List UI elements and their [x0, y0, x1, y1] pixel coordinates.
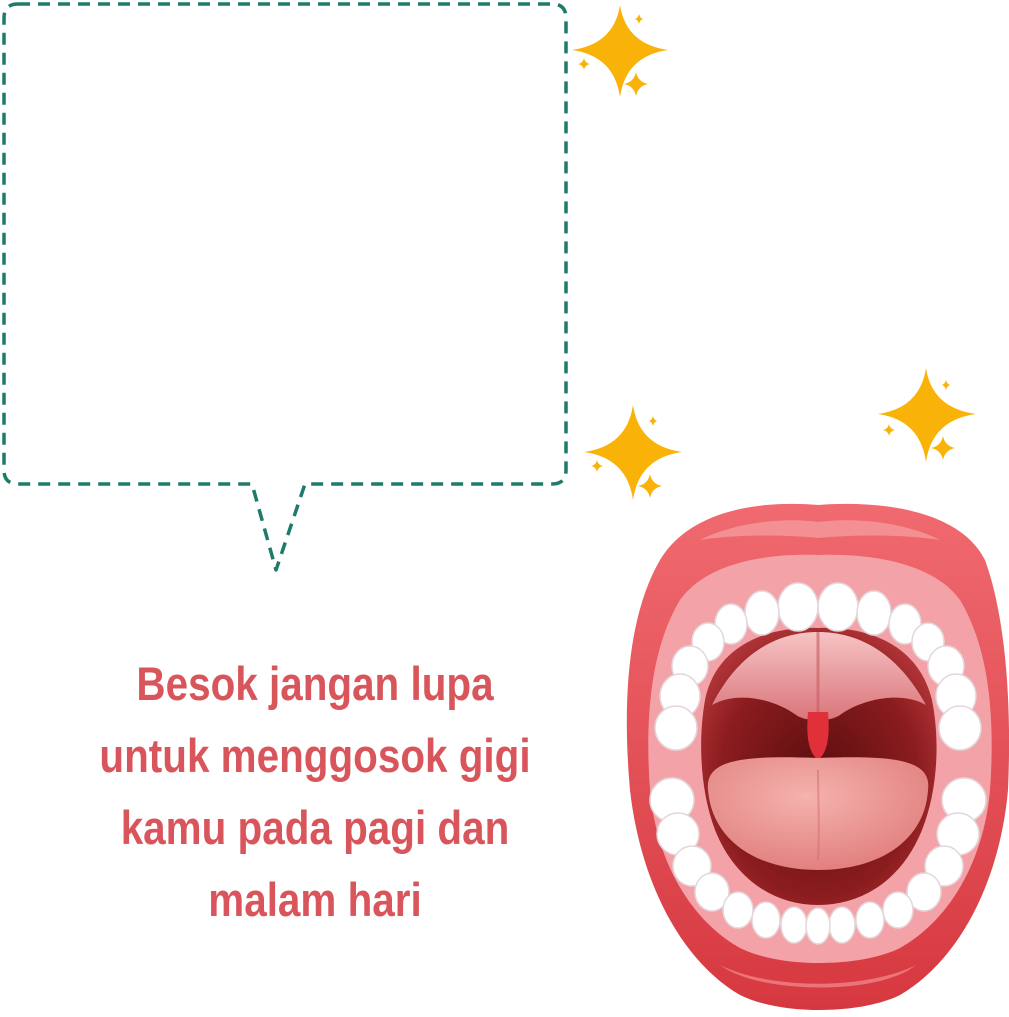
- sparkle-icon: [584, 405, 682, 500]
- reminder-message: Besok jangan lupa untuk menggosok gigi k…: [79, 648, 552, 936]
- message-line: Besok jangan lupa: [136, 657, 494, 710]
- message-line: malam hari: [208, 873, 422, 926]
- sparkle-icon: [878, 368, 976, 462]
- speech-bubble-icon: [2, 2, 568, 572]
- sparkle-icon: [572, 5, 668, 97]
- message-line: untuk menggosok gigi: [99, 729, 531, 782]
- open-mouth-illustration: [626, 503, 1009, 1010]
- message-line: kamu pada pagi dan: [120, 801, 510, 854]
